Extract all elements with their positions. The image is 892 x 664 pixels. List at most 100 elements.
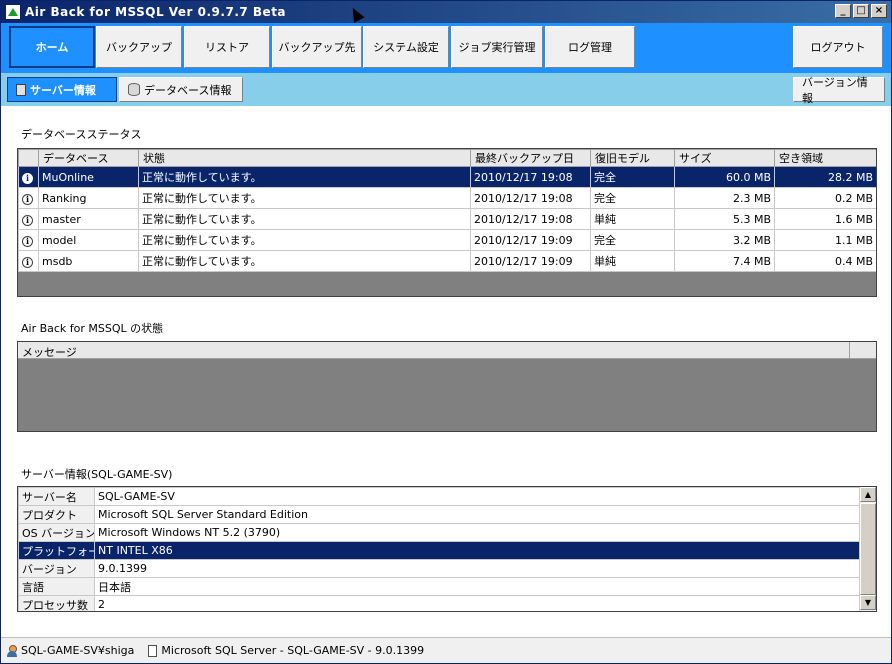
document-icon xyxy=(148,644,158,657)
scroll-up-arrow-icon[interactable]: ▲ xyxy=(860,487,876,502)
cell-database: msdb xyxy=(38,250,139,272)
cell-size: 5.3 MB xyxy=(674,208,775,230)
title-bar[interactable]: Air Back for MSSQL Ver 0.9.7.7 Beta _ □ … xyxy=(1,1,891,23)
cell-icon: i xyxy=(18,166,39,188)
tab-database-info-label: データベース情報 xyxy=(144,83,232,97)
cell-key: プロダクト xyxy=(18,505,95,524)
system-settings-button[interactable]: システム設定 xyxy=(363,26,449,68)
table-row[interactable]: プロダクト Microsoft SQL Server Standard Editi… xyxy=(18,505,861,524)
info-icon: i xyxy=(22,256,33,268)
status-user-text: SQL-GAME-SV¥shiga xyxy=(21,644,135,657)
cell-key: プロセッサ数 xyxy=(18,595,95,611)
table-row[interactable]: OS バージョン Microsoft Windows NT 5.2 (3790) xyxy=(18,523,861,542)
cell-key: プラットフォーム xyxy=(18,541,95,560)
table-row[interactable]: 言語 日本語 xyxy=(18,577,861,596)
cell-key: バージョン xyxy=(18,559,95,578)
cell-status: 正常に動作しています。 xyxy=(138,229,471,251)
cell-key: サーバー名 xyxy=(18,487,95,506)
status-user: SQL-GAME-SV¥shiga xyxy=(7,644,134,657)
cell-size: 60.0 MB xyxy=(674,166,775,188)
table-row[interactable]: プロセッサ数 2 xyxy=(18,595,861,611)
column-header-size[interactable]: サイズ xyxy=(674,149,775,167)
cell-database: model xyxy=(38,229,139,251)
minimize-button[interactable]: _ xyxy=(835,4,851,18)
server-info-scrollbar[interactable]: ▲ ▼ xyxy=(859,487,876,611)
table-row[interactable]: i msdb 正常に動作しています。 2010/12/17 19:09 単純 7.4 MB… xyxy=(18,250,876,272)
close-button[interactable]: × xyxy=(871,4,887,18)
status-server-text: Microsoft SQL Server - SQL-GAME-SV - 9.0… xyxy=(161,644,425,657)
table-row[interactable]: i master 正常に動作しています。 2010/12/17 19:08 単純 5.3 … xyxy=(18,208,876,230)
restore-button[interactable]: リストア xyxy=(184,26,270,68)
table-row[interactable]: i MuOnline 正常に動作しています。 2010/12/17 19:08 完全 60… xyxy=(18,166,876,188)
column-header-recovery-model[interactable]: 復旧モデル xyxy=(590,149,675,167)
cell-database: master xyxy=(38,208,139,230)
column-header-last-backup[interactable]: 最終バックアップ日 xyxy=(470,149,591,167)
table-row[interactable]: サーバー名 SQL-GAME-SV xyxy=(18,487,861,506)
cell-recovery-model: 単純 xyxy=(590,208,675,230)
cell-status: 正常に動作しています。 xyxy=(138,250,471,272)
user-icon xyxy=(7,644,17,657)
cell-last-backup: 2010/12/17 19:09 xyxy=(470,250,591,272)
app-status-title: Air Back for MSSQL の状態 xyxy=(21,322,164,335)
table-row[interactable]: プラットフォームNT INTEL X86 xyxy=(18,541,861,560)
database-status-grid[interactable]: データベース 状態 最終バックアップ日 復旧モデル サイズ 空き領域 i MuOn… xyxy=(17,148,877,297)
scroll-down-arrow-icon[interactable]: ▼ xyxy=(860,595,876,610)
table-row[interactable]: バージョン 9.0.1399 xyxy=(18,559,861,578)
cell-last-backup: 2010/12/17 19:08 xyxy=(470,208,591,230)
log-management-button[interactable]: ログ管理 xyxy=(545,26,635,68)
cell-free-space: 0.2 MB xyxy=(774,187,876,209)
cell-icon: i xyxy=(18,229,39,251)
window-title: Air Back for MSSQL Ver 0.9.7.7 Beta xyxy=(25,5,287,19)
cell-last-backup: 2010/12/17 19:08 xyxy=(470,166,591,188)
cell-recovery-model: 完全 xyxy=(590,187,675,209)
home-button[interactable]: ホーム xyxy=(9,26,95,68)
backup-button[interactable]: バックアップ xyxy=(96,26,182,68)
scroll-thumb[interactable] xyxy=(860,503,876,595)
backup-destination-button[interactable]: バックアップ先 xyxy=(272,26,362,68)
cell-icon: i xyxy=(18,250,39,272)
info-icon: i xyxy=(22,214,33,226)
main-toolbar: ホーム バックアップ リストア バックアップ先 システム設定 ジョブ実行管理 ロ… xyxy=(1,23,891,73)
cell-database: MuOnline xyxy=(38,166,139,188)
message-grid[interactable]: メッセージ xyxy=(17,341,877,432)
status-server: Microsoft SQL Server - SQL-GAME-SV - 9.0… xyxy=(148,644,424,657)
version-info-button[interactable]: バージョン情報 xyxy=(793,76,885,105)
cell-size: 7.4 MB xyxy=(674,250,775,272)
cell-value: SQL-GAME-SV xyxy=(94,487,861,506)
cell-last-backup: 2010/12/17 19:08 xyxy=(470,187,591,209)
app-window: Air Back for MSSQL Ver 0.9.7.7 Beta _ □ … xyxy=(0,0,892,664)
info-icon: i xyxy=(22,172,33,184)
server-info-grid[interactable]: サーバー名 SQL-GAME-SV プロダクト Microsoft SQL Serve… xyxy=(17,486,877,612)
cell-recovery-model: 完全 xyxy=(590,229,675,251)
cell-size: 2.3 MB xyxy=(674,187,775,209)
cell-free-space: 28.2 MB xyxy=(774,166,876,188)
column-header-free-space[interactable]: 空き領域 xyxy=(774,149,876,167)
tab-server-info[interactable]: サーバー情報 xyxy=(7,77,117,102)
cell-recovery-model: 完全 xyxy=(590,166,675,188)
table-row[interactable]: i Ranking 正常に動作しています。 2010/12/17 19:08 完全 2.3… xyxy=(18,187,876,209)
tab-database-info[interactable]: データベース情報 xyxy=(119,77,243,102)
server-info-title: サーバー情報(SQL-GAME-SV) xyxy=(21,468,173,481)
cell-key: OS バージョン xyxy=(18,523,95,542)
column-header-message[interactable]: メッセージ xyxy=(18,342,876,359)
cell-value: 2 xyxy=(94,595,861,611)
sub-toolbar: サーバー情報 データベース情報 バージョン情報 xyxy=(1,73,891,106)
cell-value: Microsoft SQL Server Standard Edition xyxy=(94,505,861,524)
cell-value: Microsoft Windows NT 5.2 (3790) xyxy=(94,523,861,542)
status-bar: SQL-GAME-SV¥shiga Microsoft SQL Server -… xyxy=(1,637,891,663)
column-header-icon xyxy=(18,149,39,167)
job-management-button[interactable]: ジョブ実行管理 xyxy=(451,26,543,68)
column-header-database[interactable]: データベース xyxy=(38,149,139,167)
app-logo-icon xyxy=(5,4,21,20)
table-row[interactable]: i model 正常に動作しています。 2010/12/17 19:09 完全 3.2 M… xyxy=(18,229,876,251)
cell-value: NT INTEL X86 xyxy=(94,541,861,560)
column-header-status[interactable]: 状態 xyxy=(138,149,471,167)
cell-last-backup: 2010/12/17 19:09 xyxy=(470,229,591,251)
db-status-title: データベースステータス xyxy=(21,128,142,141)
maximize-button[interactable]: □ xyxy=(853,4,869,18)
logout-button[interactable]: ログアウト xyxy=(793,26,883,68)
cell-size: 3.2 MB xyxy=(674,229,775,251)
cell-icon: i xyxy=(18,208,39,230)
cell-status: 正常に動作しています。 xyxy=(138,187,471,209)
cell-key: 言語 xyxy=(18,577,95,596)
